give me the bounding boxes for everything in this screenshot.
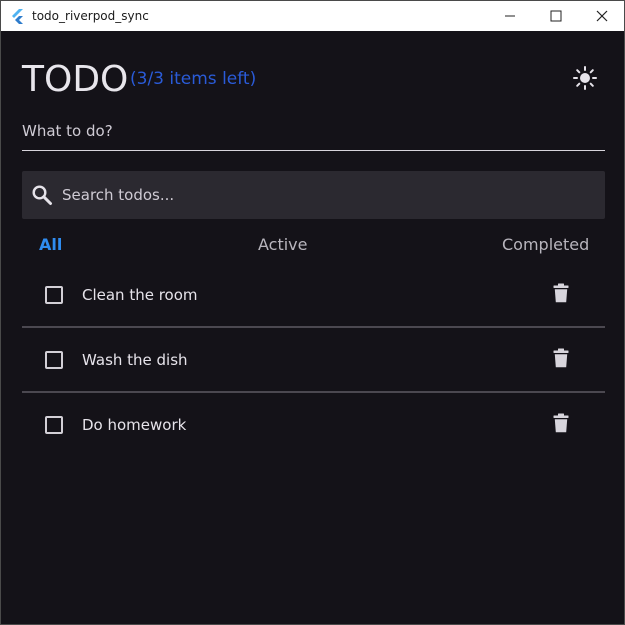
todo-item[interactable]: Wash the dish — [22, 328, 605, 393]
page-title: TODO — [22, 59, 129, 100]
todo-label: Do homework — [82, 416, 187, 434]
new-todo-input[interactable] — [22, 116, 605, 146]
maximize-icon — [550, 10, 562, 22]
delete-button[interactable] — [550, 346, 572, 370]
delete-button[interactable] — [550, 281, 572, 305]
items-left-count: (3/3 items left) — [130, 69, 257, 89]
todo-item[interactable]: Clean the room — [22, 263, 605, 328]
trash-icon — [553, 348, 569, 368]
todo-checkbox[interactable] — [45, 416, 63, 434]
search-input[interactable] — [62, 171, 592, 219]
flutter-logo-icon — [12, 9, 23, 24]
todo-label: Clean the room — [82, 286, 198, 304]
app-content: TODO (3/3 items left) What to do? Search… — [1, 31, 624, 624]
todo-label: Wash the dish — [82, 351, 188, 369]
search-bar — [22, 171, 605, 219]
trash-icon — [553, 283, 569, 303]
delete-button[interactable] — [550, 411, 572, 435]
todo-item[interactable]: Do homework — [22, 393, 605, 456]
search-icon — [32, 185, 52, 205]
todo-checkbox[interactable] — [45, 286, 63, 304]
theme-toggle-button[interactable] — [570, 63, 600, 93]
window-title: todo_riverpod_sync — [32, 9, 149, 23]
minimize-button[interactable] — [487, 1, 533, 31]
minimize-icon — [505, 15, 515, 17]
title-bar[interactable]: todo_riverpod_sync — [1, 1, 624, 31]
app-window: todo_riverpod_sync TODO (3/3 items left) — [0, 0, 625, 625]
todo-list: Clean the room Wash the dish Do homework — [22, 263, 605, 456]
trash-icon — [553, 413, 569, 433]
todo-checkbox[interactable] — [45, 351, 63, 369]
close-icon — [596, 10, 608, 22]
sun-icon — [573, 66, 597, 90]
maximize-button[interactable] — [533, 1, 579, 31]
new-todo-field — [22, 116, 605, 151]
filter-tab-all[interactable]: All — [39, 235, 62, 259]
filter-tab-completed[interactable]: Completed — [502, 235, 589, 259]
close-button[interactable] — [579, 1, 624, 31]
filter-tab-active[interactable]: Active — [258, 235, 308, 259]
